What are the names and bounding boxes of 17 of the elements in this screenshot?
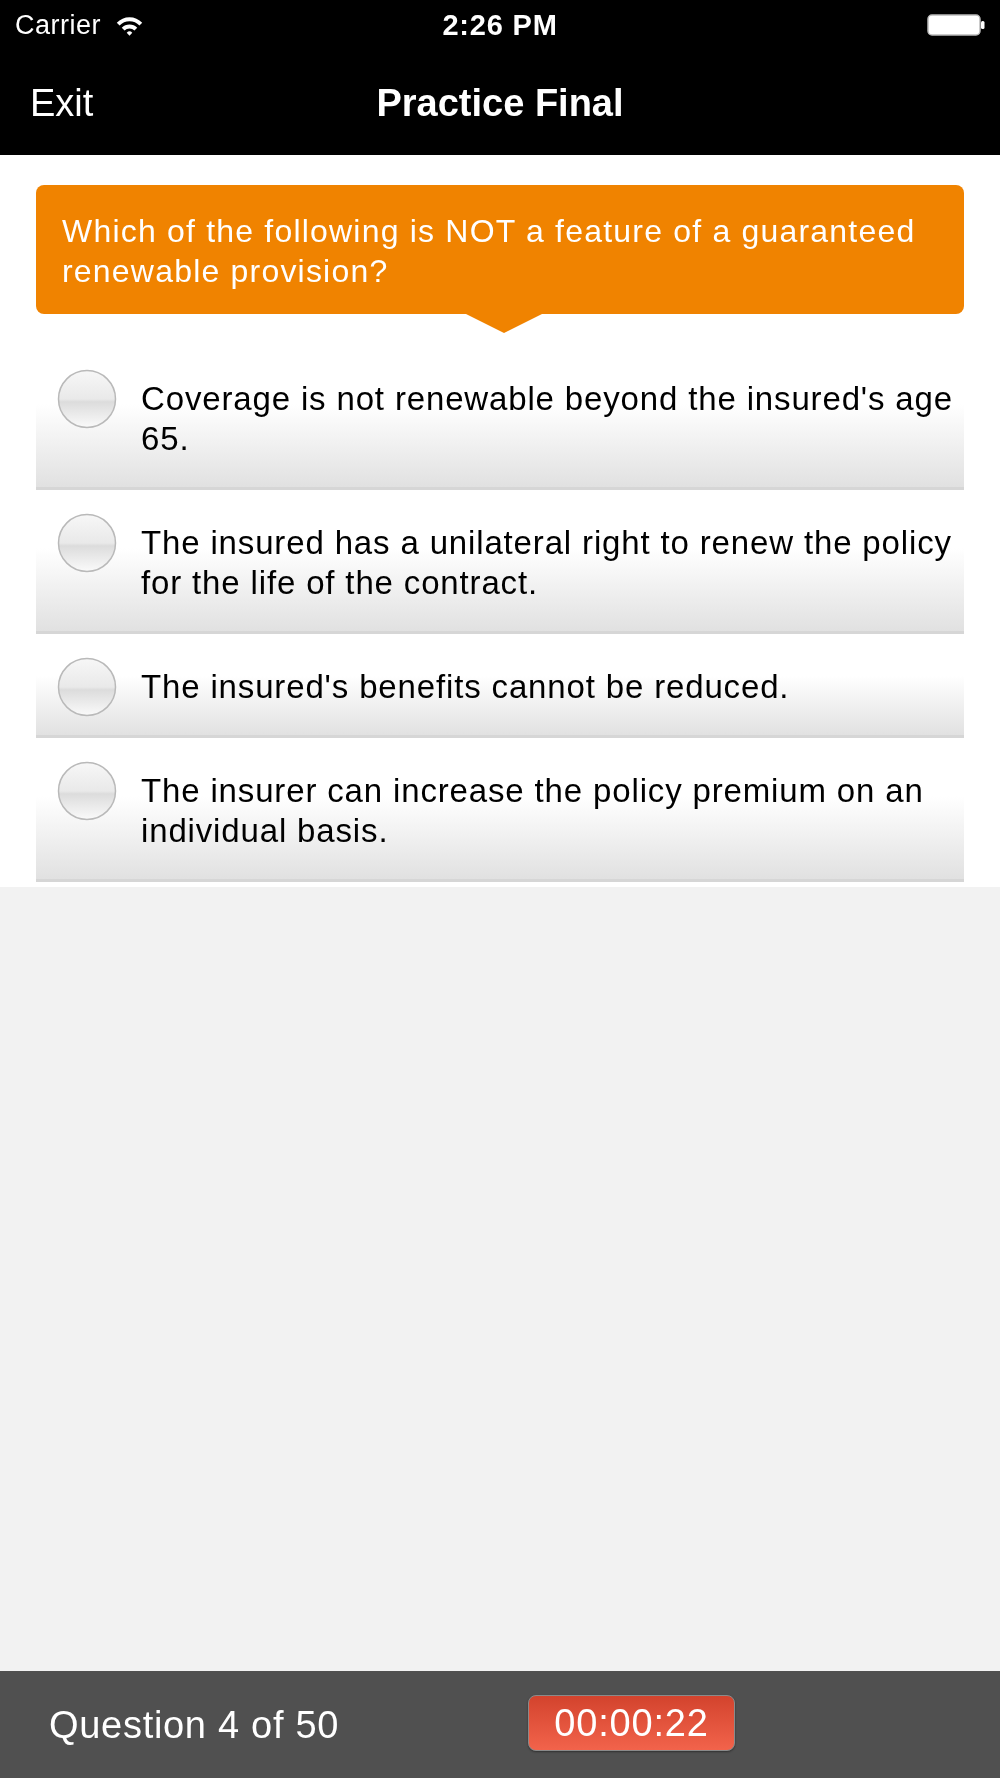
option-text: The insured's benefits cannot be reduced.	[141, 667, 790, 707]
screen-title: Practice Final	[376, 83, 624, 122]
question-text: Which of the following is NOT a feature of a guaranteed renewable provision?	[62, 212, 917, 291]
option-text: The insured has a unilateral right to renew the policy for the life of the contract.	[141, 523, 953, 603]
battery-icon	[927, 14, 985, 36]
option-text: Coverage is not renewable beyond the insured's age 65.	[141, 379, 954, 459]
wifi-icon	[115, 14, 144, 36]
clock-time: 2:26 PM	[442, 10, 558, 40]
radio-button[interactable]	[57, 657, 117, 717]
radio-button[interactable]	[57, 761, 117, 821]
radio-button[interactable]	[57, 513, 117, 573]
question-counter: Question 4 of 50	[49, 1705, 340, 1744]
exit-button[interactable]: Exit	[30, 83, 94, 122]
carrier-label: Carrier	[15, 11, 101, 39]
option-text: The insurer can increase the policy premium on an individual basis.	[141, 771, 925, 851]
timer-badge: 00:00:22	[528, 1695, 735, 1751]
radio-button[interactable]	[57, 369, 117, 429]
